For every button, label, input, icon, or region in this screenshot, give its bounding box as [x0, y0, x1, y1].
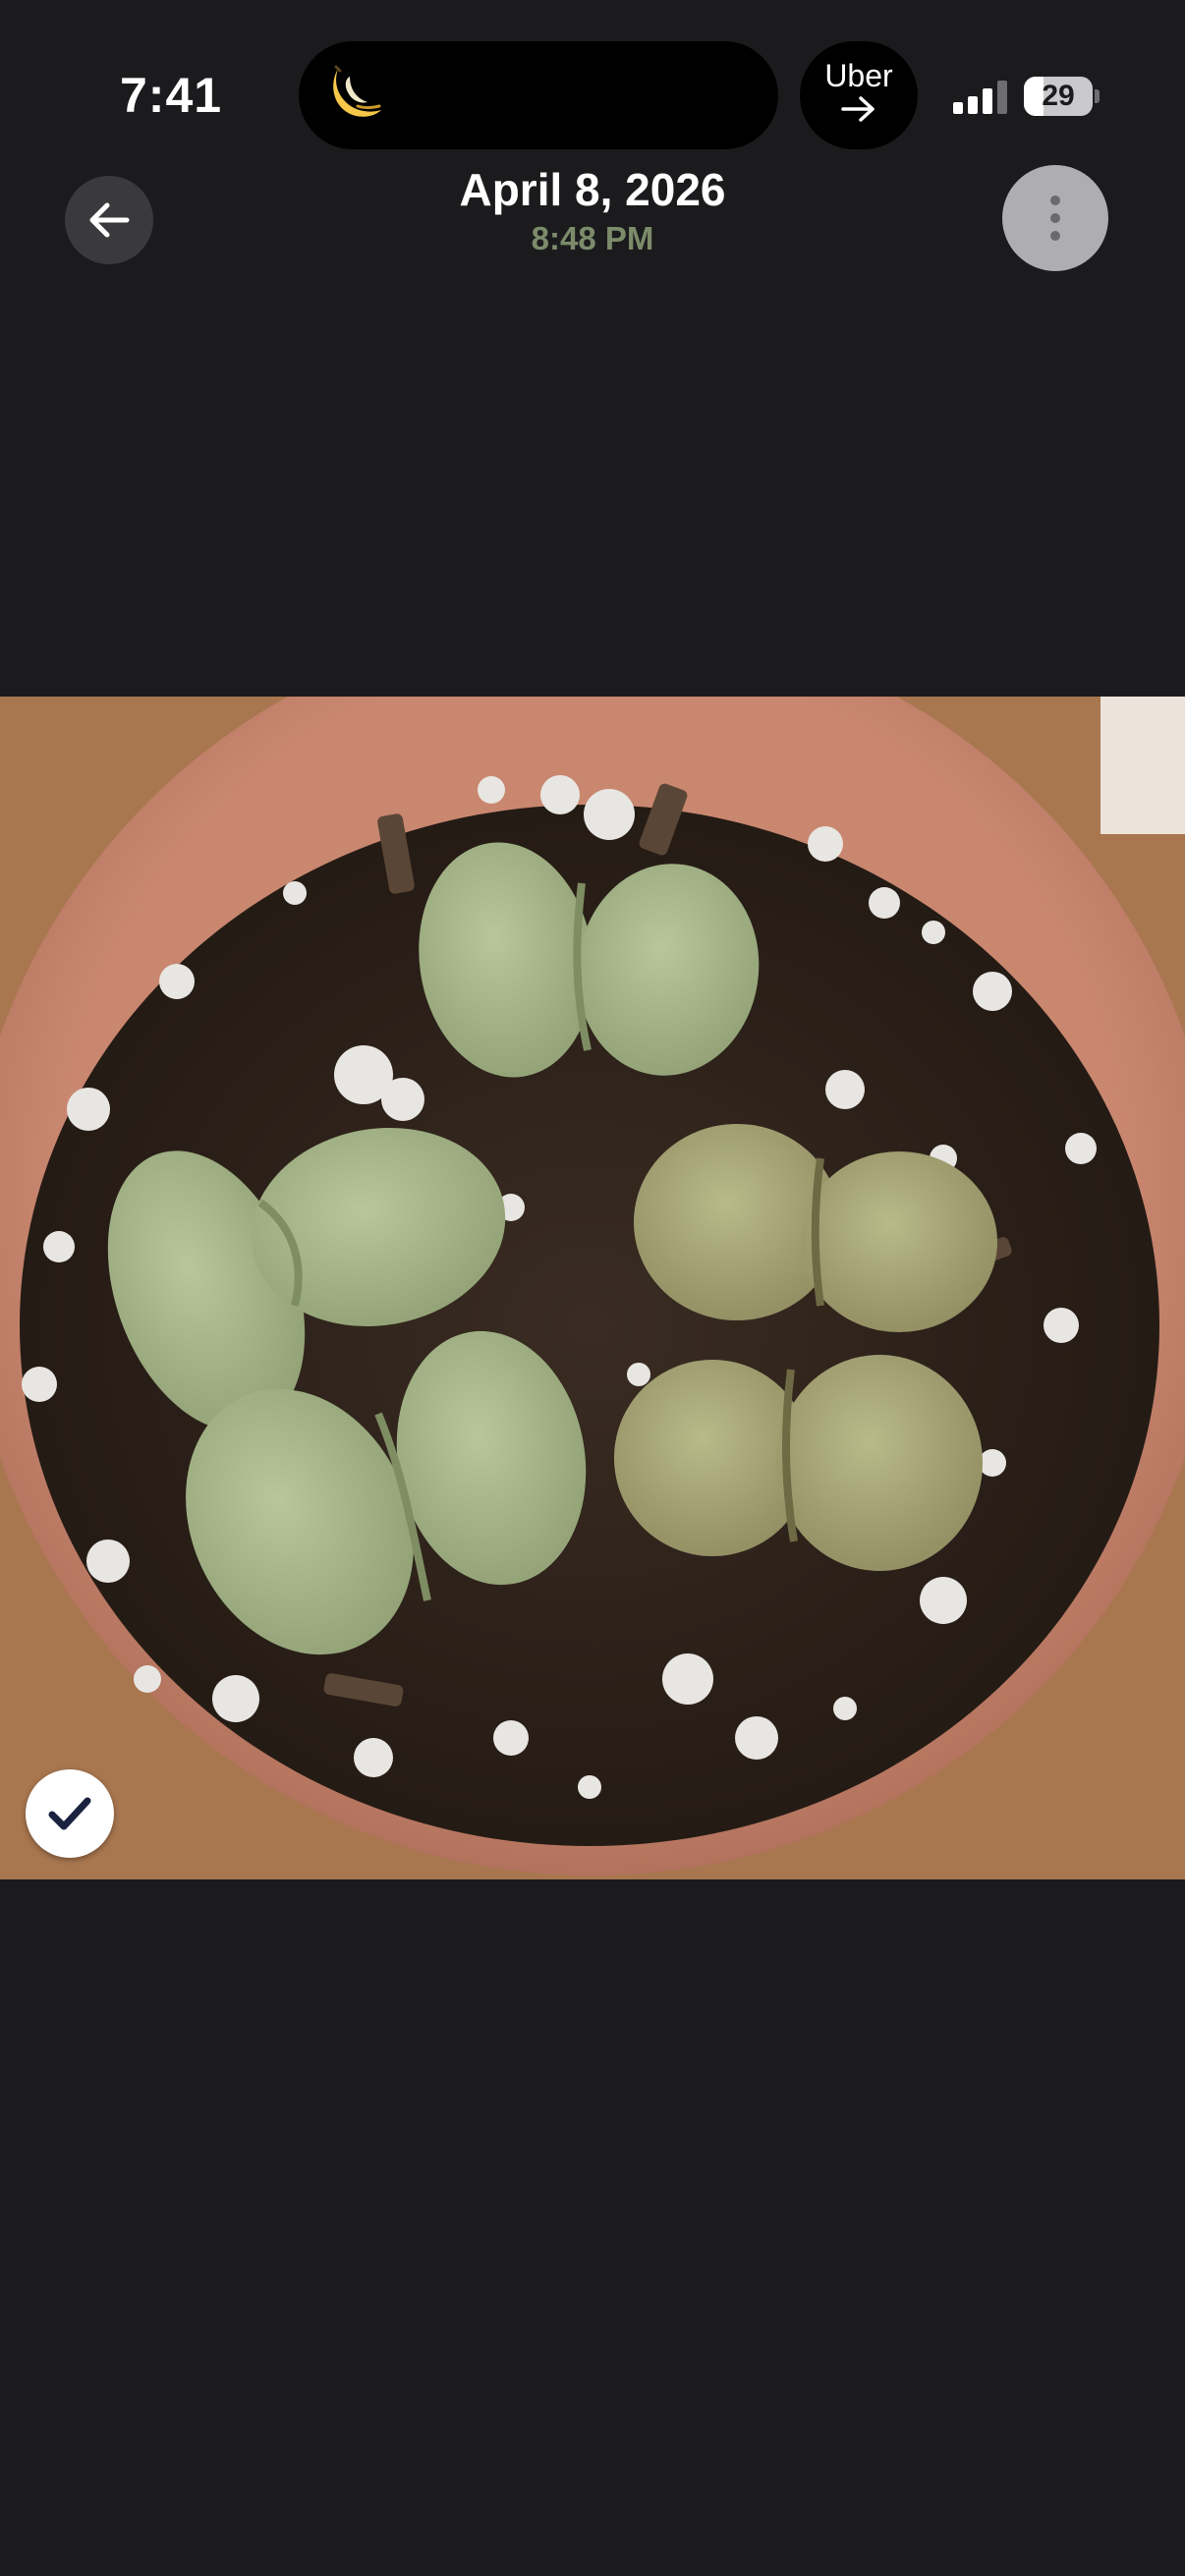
more-dot	[1050, 213, 1060, 223]
title-block: April 8, 2026 8:48 PM	[298, 161, 887, 259]
lithops-pot-image	[0, 697, 1185, 1879]
dynamic-island[interactable]	[299, 41, 778, 149]
photo-header: April 8, 2026 8:48 PM	[0, 157, 1185, 295]
cellular-signal-icon	[953, 81, 1008, 114]
photo-date: April 8, 2026	[459, 164, 726, 215]
more-dot	[1050, 196, 1060, 205]
plant-photo[interactable]	[0, 697, 1185, 1879]
selected-check-button[interactable]	[26, 1769, 114, 1858]
battery-tip	[1095, 89, 1100, 103]
uber-live-activity[interactable]: Uber	[800, 41, 918, 149]
back-button[interactable]	[65, 176, 153, 264]
checkmark-icon	[48, 1797, 91, 1830]
more-dot	[1050, 231, 1060, 241]
battery-percent: 29	[1042, 80, 1075, 112]
more-options-button[interactable]	[1002, 165, 1108, 271]
uber-label: Uber	[824, 58, 893, 93]
banana-app-icon	[333, 65, 381, 117]
arrow-left-icon	[89, 202, 130, 238]
arrow-right-icon	[841, 96, 875, 122]
status-time: 7:41	[120, 68, 223, 123]
battery-icon: 29	[1024, 77, 1093, 116]
photo-time: 8:48 PM	[531, 220, 654, 256]
